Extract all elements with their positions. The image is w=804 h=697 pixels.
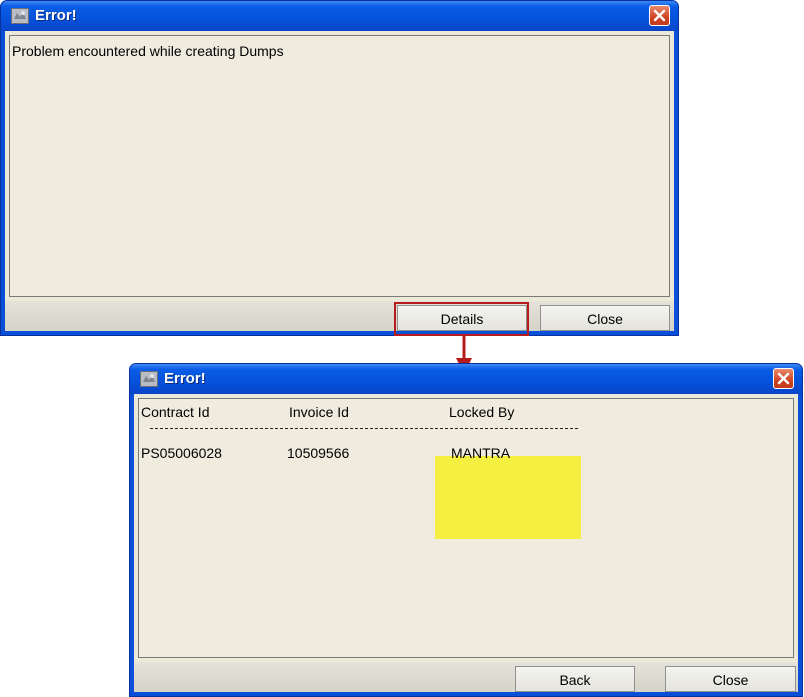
locked-by-highlight (435, 456, 581, 539)
header-contract-id: Contract Id (141, 404, 210, 420)
window-title: Error! (164, 370, 206, 387)
error-message: Problem encountered while creating Dumps (12, 43, 284, 59)
back-button[interactable]: Back (515, 666, 635, 692)
close-icon (777, 372, 790, 385)
error-dialog-details: Error! Contract Id Invoice Id Locked By … (129, 363, 803, 697)
cell-invoice-id: 10509566 (287, 445, 350, 461)
java-app-icon (140, 371, 158, 387)
title-bar[interactable]: Error! (1, 1, 678, 31)
window-title: Error! (35, 7, 77, 24)
details-highlight-box (394, 302, 529, 336)
title-bar[interactable]: Error! (130, 364, 802, 394)
close-button[interactable]: Close (665, 666, 796, 692)
button-bar: Back Close (134, 662, 798, 692)
close-window-button[interactable] (649, 5, 670, 26)
details-panel: Contract Id Invoice Id Locked By PS05006… (138, 398, 794, 658)
error-dialog-summary: Error! Problem encountered while creatin… (0, 0, 679, 336)
table-separator (150, 428, 578, 429)
close-window-button[interactable] (773, 368, 794, 389)
cell-locked-by: MANTRA (451, 445, 511, 461)
dialog-body: Problem encountered while creating Dumps… (5, 31, 674, 331)
cell-contract-id: PS05006028 (141, 445, 222, 461)
close-icon (653, 9, 666, 22)
dialog-body: Contract Id Invoice Id Locked By PS05006… (134, 394, 798, 692)
close-button[interactable]: Close (540, 305, 670, 331)
message-panel: Problem encountered while creating Dumps (9, 35, 670, 297)
java-app-icon (11, 8, 29, 24)
header-invoice-id: Invoice Id (289, 404, 349, 420)
header-locked-by: Locked By (449, 404, 515, 420)
button-bar: Details Close (5, 301, 674, 331)
